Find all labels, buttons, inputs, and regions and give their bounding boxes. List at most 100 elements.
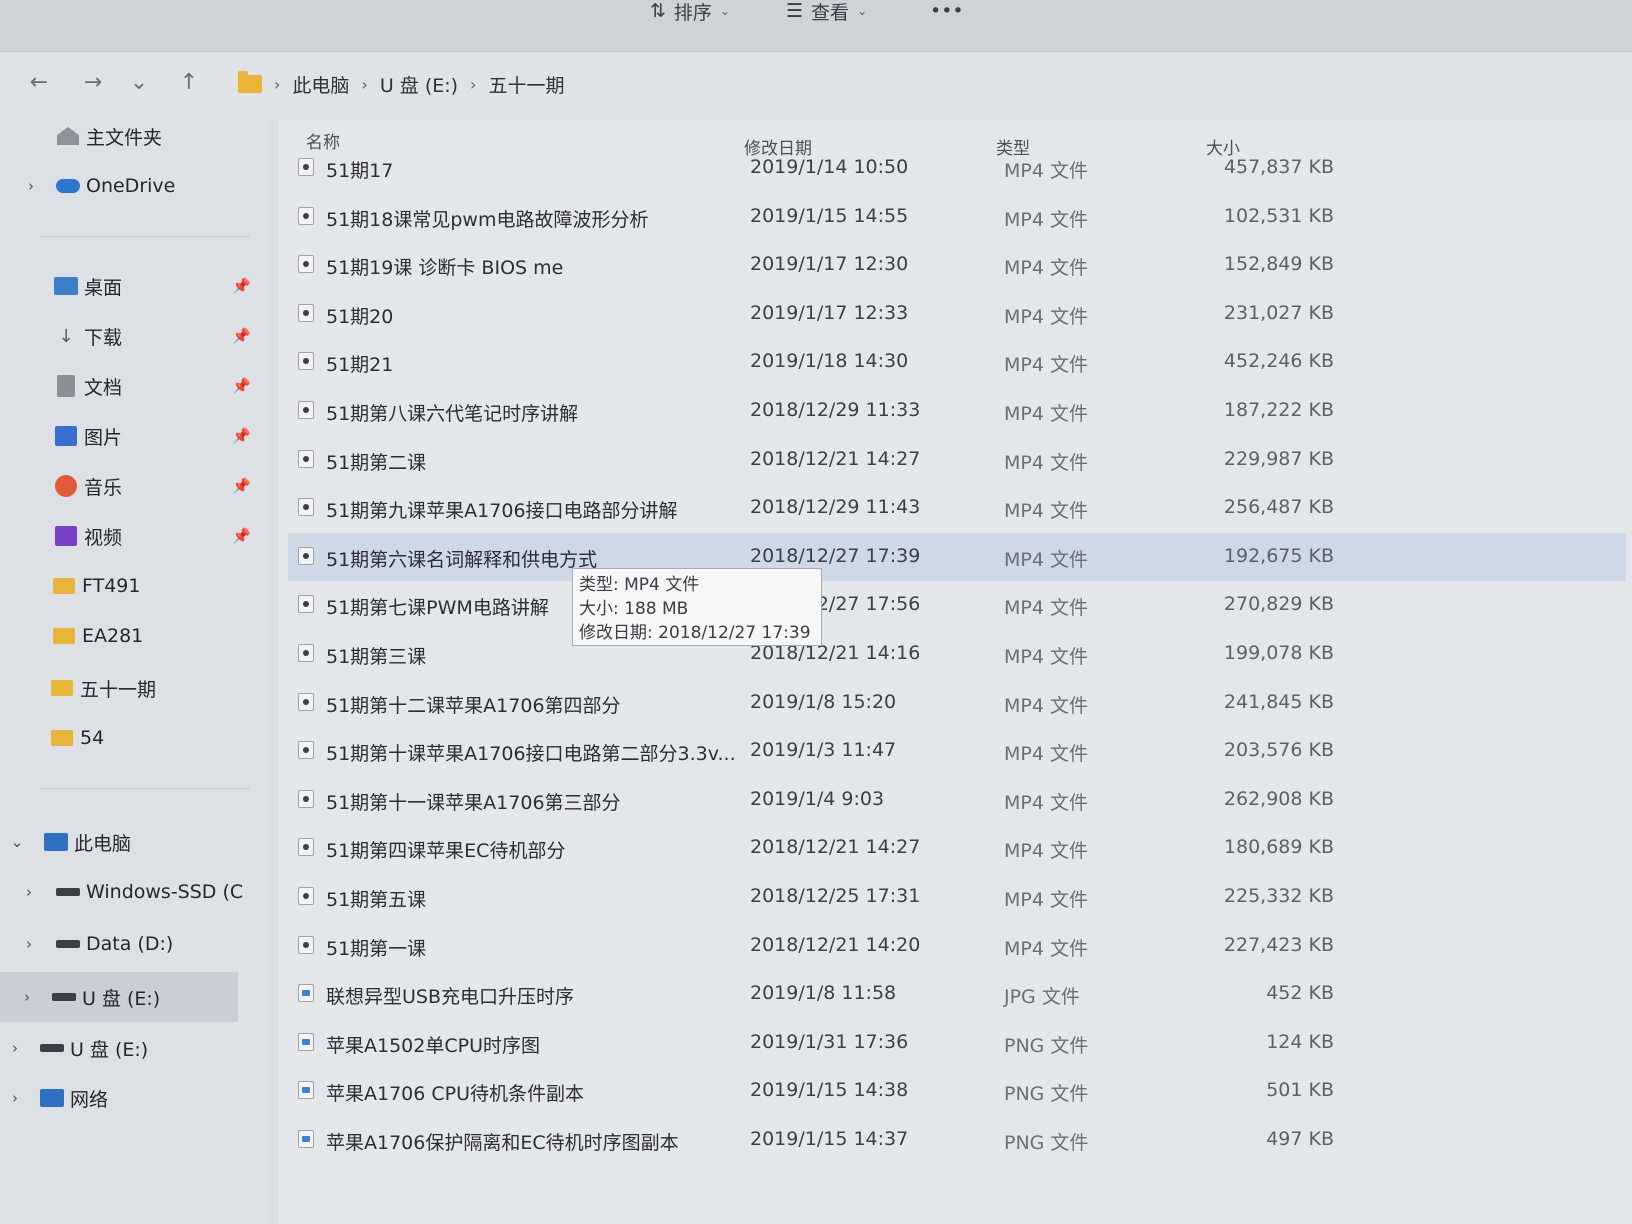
- video-file-icon: [298, 352, 314, 371]
- pin-icon[interactable]: 📌: [232, 527, 251, 545]
- chevron-down-icon: ⌄: [129, 70, 149, 95]
- file-row[interactable]: 51期第八课六代笔记时序讲解 2018/12/29 11:33 MP4 文件 187,…: [288, 387, 1626, 435]
- chevron-right-icon[interactable]: ›: [6, 1039, 24, 1057]
- sidebar-item-label: 54: [80, 727, 105, 749]
- file-row[interactable]: 51期21 2019/1/18 14:30 MP4 文件 452,246 KB: [288, 338, 1626, 386]
- chevron-down-icon[interactable]: ⌄: [8, 833, 26, 851]
- forward-icon: →: [83, 70, 103, 95]
- file-name: 51期第三课: [326, 646, 427, 668]
- sidebar-item-label: 桌面: [84, 276, 123, 299]
- file-size: 192,675 KB: [1223, 544, 1334, 567]
- more-button[interactable]: •••: [930, 0, 964, 22]
- video-file-icon: [298, 449, 314, 468]
- video-icon: [54, 525, 78, 547]
- file-row[interactable]: 51期第十课苹果A1706接口电路第二部分3.3v... 2019/1/3 11:…: [288, 727, 1626, 775]
- view-button[interactable]: ☰ 查看 ⌄: [786, 0, 867, 24]
- file-row[interactable]: 51期第一课 2018/12/21 14:20 MP4 文件 227,423 KB: [288, 922, 1626, 970]
- file-row[interactable]: 苹果A1706 CPU待机条件副本 2019/1/15 14:38 PNG 文件 50…: [288, 1067, 1626, 1115]
- file-row[interactable]: 联想异型USB充电口升压时序 2019/1/8 11:58 JPG 文件 452 KB: [288, 970, 1626, 1018]
- file-row[interactable]: 51期第五课 2018/12/25 17:31 MP4 文件 225,332 KB: [288, 873, 1626, 921]
- sidebar-item-desktop[interactable]: 桌面 📌: [0, 264, 258, 308]
- view-label: 查看: [811, 1, 850, 24]
- file-size: 229,987 KB: [1223, 447, 1334, 470]
- file-type: PNG 文件: [1004, 1034, 1089, 1057]
- file-row[interactable]: 51期第九课苹果A1706接口电路部分讲解 2018/12/29 11:43 MP4…: [288, 484, 1626, 532]
- file-row[interactable]: 51期20 2019/1/17 12:33 MP4 文件 231,027 KB: [288, 290, 1626, 338]
- pin-icon[interactable]: 📌: [232, 427, 251, 445]
- chevron-right-icon[interactable]: ›: [22, 177, 40, 195]
- video-file-icon: [298, 498, 314, 517]
- view-icon: ☰: [786, 0, 804, 22]
- sidebar-item-pictures[interactable]: 图片 📌: [0, 414, 258, 458]
- sidebar-item-usb-drive-root[interactable]: › U 盘 (E:): [0, 1026, 258, 1070]
- file-row[interactable]: 苹果A1502单CPU时序图 2019/1/31 17:36 PNG 文件 124 K…: [288, 1019, 1626, 1067]
- video-file-icon: [298, 206, 314, 225]
- sidebar-item-data-drive[interactable]: › Data (D:): [0, 922, 258, 966]
- file-row[interactable]: 51期第二课 2018/12/21 14:27 MP4 文件 229,987 KB: [288, 436, 1626, 484]
- sidebar-item-this-pc[interactable]: ⌄ 此电脑: [0, 820, 258, 864]
- video-file-icon: [298, 255, 314, 274]
- sidebar-item-videos[interactable]: 视频 📌: [0, 514, 258, 558]
- up-button[interactable]: ↑: [172, 66, 206, 100]
- sidebar-item-label: FT491: [82, 575, 141, 597]
- file-size: 203,576 KB: [1223, 739, 1334, 762]
- sidebar-item-music[interactable]: 音乐 📌: [0, 464, 258, 508]
- sidebar-item-downloads[interactable]: ↓ 下载 📌: [0, 314, 258, 358]
- folder-icon: [50, 677, 74, 699]
- video-file-icon: [298, 303, 314, 322]
- pin-icon[interactable]: 📌: [232, 327, 251, 345]
- sidebar-item-onedrive[interactable]: › OneDrive: [0, 164, 258, 208]
- video-file-icon: [298, 935, 314, 954]
- drive-icon: [40, 1037, 64, 1059]
- sidebar-item-ft491[interactable]: FT491: [0, 564, 258, 608]
- breadcrumb-item-usb-drive[interactable]: U 盘 (E:): [380, 71, 458, 98]
- file-type: MP4 文件: [1004, 500, 1088, 523]
- tooltip-date: 修改日期: 2018/12/27 17:39: [579, 623, 811, 643]
- sidebar-item-home[interactable]: 主文件夹: [0, 114, 258, 158]
- sidebar-item-54[interactable]: 54: [0, 716, 258, 760]
- file-row[interactable]: 51期第四课苹果EC待机部分 2018/12/21 14:27 MP4 文件 180,…: [288, 824, 1626, 872]
- back-button[interactable]: ←: [22, 66, 56, 100]
- sidebar-item-documents[interactable]: 文档 📌: [0, 364, 258, 408]
- forward-button[interactable]: →: [76, 66, 110, 100]
- file-row[interactable]: 51期第三课 2018/12/21 14:16 MP4 文件 199,078 KB: [288, 630, 1626, 678]
- file-row[interactable]: 51期第六课名词解释和供电方式 2018/12/27 17:39 MP4 文件 192…: [288, 532, 1626, 581]
- file-row[interactable]: 苹果A1706保护隔离和EC待机时序图副本 2019/1/15 14:37 PNG …: [288, 1116, 1626, 1164]
- file-size: 102,531 KB: [1223, 204, 1334, 227]
- sidebar-item-windows-ssd[interactable]: › Windows-SSD (C: [0, 870, 258, 914]
- image-file-icon: [298, 1081, 314, 1100]
- chevron-right-icon[interactable]: ›: [20, 935, 38, 953]
- file-size: 497 KB: [1266, 1128, 1334, 1150]
- breadcrumb-item-current-folder[interactable]: 五十一期: [488, 71, 564, 98]
- chevron-right-icon[interactable]: ›: [18, 988, 36, 1006]
- file-row[interactable]: 51期第七课PWM电路讲解 2018/12/27 17:56 MP4 文件 270,8…: [288, 581, 1626, 629]
- pin-icon[interactable]: 📌: [232, 477, 251, 495]
- video-file-icon: [298, 546, 314, 565]
- chevron-right-icon[interactable]: ›: [20, 883, 38, 901]
- file-row[interactable]: 51期17 2019/1/14 10:50 MP4 文件 457,837 KB: [288, 144, 1626, 192]
- file-name: 51期第十二课苹果A1706第四部分: [326, 694, 621, 717]
- sidebar-item-network[interactable]: › 网络: [0, 1076, 258, 1120]
- sidebar-item-ea281[interactable]: EA281: [0, 614, 258, 658]
- breadcrumb-item-this-pc[interactable]: 此电脑: [292, 71, 349, 98]
- sort-button[interactable]: ⇅ 排序 ⌄: [650, 0, 730, 24]
- pin-icon[interactable]: 📌: [232, 377, 251, 395]
- file-row[interactable]: 51期第十一课苹果A1706第三部分 2019/1/4 9:03 MP4 文件 262…: [288, 776, 1626, 824]
- video-file-icon: [298, 789, 314, 808]
- file-size: 124 KB: [1266, 1030, 1334, 1053]
- chevron-right-icon[interactable]: ›: [6, 1089, 24, 1107]
- sidebar-item-usb-drive[interactable]: › U 盘 (E:): [0, 972, 238, 1022]
- file-name: 51期21: [326, 354, 394, 377]
- image-file-icon: [298, 1032, 314, 1051]
- file-name: 51期第六课名词解释和供电方式: [326, 548, 598, 571]
- chevron-right-icon: ›: [470, 74, 477, 94]
- sidebar-item-fifty-one[interactable]: 五十一期: [0, 666, 258, 710]
- navigation-pane: 主文件夹 › OneDrive 桌面 📌 ↓ 下载 📌 文档 📌 图片 📌 音乐…: [0, 120, 268, 1224]
- pin-icon[interactable]: 📌: [232, 277, 251, 295]
- file-row[interactable]: 51期18课常见pwm电路故障波形分析 2019/1/15 14:55 MP4 文件…: [288, 193, 1626, 241]
- recent-locations-button[interactable]: ⌄: [122, 66, 156, 100]
- breadcrumb[interactable]: › 此电脑 › U 盘 (E:) › 五十一期: [238, 64, 1618, 104]
- file-row[interactable]: 51期19课 诊断卡 BIOS me 2019/1/17 12:30 MP4 文件 1…: [288, 241, 1626, 289]
- more-icon: •••: [930, 0, 964, 22]
- file-row[interactable]: 51期第十二课苹果A1706第四部分 2019/1/8 15:20 MP4 文件 24…: [288, 679, 1626, 727]
